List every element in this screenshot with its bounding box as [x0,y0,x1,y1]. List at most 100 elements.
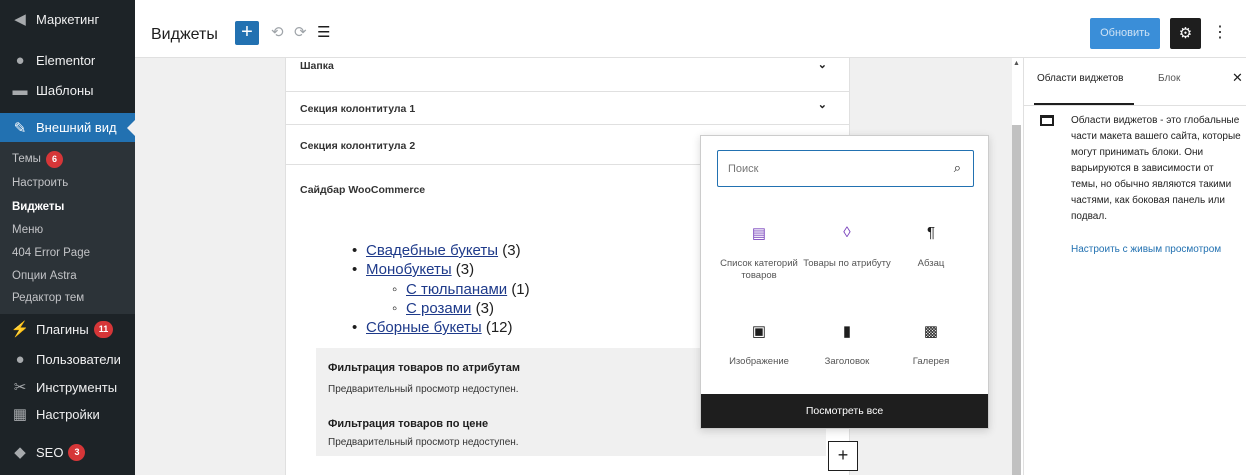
list-view-icon[interactable]: ☰ [317,23,330,41]
undo-icon[interactable]: ⟲ [271,23,284,41]
block-item-label: Абзац [917,258,945,269]
settings-gear-icon[interactable]: ⚙ [1170,18,1201,49]
chevron-down-icon[interactable]: ⌄ [818,58,827,71]
bookmark-icon: ▮ [842,323,852,340]
widget-area-title: Секция колонтитула 1 [300,103,416,115]
category-count: (12) [485,319,513,336]
folder-icon: ▬ [12,81,28,99]
paintbrush-icon: ✎ [13,119,27,137]
list-item: ◦ С тюльпанами (1) [392,281,530,299]
menu-item-tools[interactable]: ✂ Инструменты [0,376,135,398]
more-options-icon[interactable]: ⋮ [1212,22,1228,42]
menu-item-label: Инструменты [36,379,118,395]
block-item-category-list[interactable]: ▤ Список категорий товаров [715,224,803,282]
category-link[interactable]: Свадебные букеты [366,242,498,259]
filter-widget-title: Фильтрация товаров по атрибутам [328,362,521,374]
scroll-up-arrow-icon[interactable]: ▲ [1013,60,1020,67]
menu-item-label: Elementor [36,52,96,68]
customize-live-preview-link[interactable]: Настроить с живым просмотром [1071,244,1221,255]
settings-sidebar: Области виджетов Блок ✕ Области виджетов… [1023,58,1246,475]
block-search[interactable]: ⌕ [717,150,974,187]
menu-item-label: Внешний вид [36,120,117,135]
filter-widget-title: Фильтрация товаров по цене [328,418,489,430]
list-item: • Свадебные букеты (3) [352,242,521,260]
menu-item-label: SEO [36,444,64,460]
category-count: (3) [455,261,475,278]
bullet: ◦ [392,300,398,317]
menu-item-plugins[interactable]: ⚡ Плагины 11 [0,318,135,340]
list-item: • Сборные букеты (12) [352,319,513,337]
menu-item-settings[interactable]: ▦ Настройки [0,403,135,425]
submenu-item-widgets[interactable]: Виджеты [12,201,64,213]
update-button[interactable]: Обновить [1090,18,1160,49]
menu-item-elementor[interactable]: ● Elementor [0,49,135,71]
redo-icon[interactable]: ⟳ [294,23,307,41]
category-link[interactable]: Сборные букеты [366,319,482,336]
search-icon[interactable]: ⌕ [954,160,961,176]
menu-item-label: Настройки [36,406,100,422]
scrollbar-thumb[interactable] [1012,125,1021,475]
chevron-down-icon[interactable]: ⌄ [818,98,827,111]
block-item-paragraph[interactable]: ¶ Абзац [887,224,975,270]
block-item-gallery[interactable]: ▩ Галерея [887,322,975,368]
tab-block[interactable]: Блок [1158,73,1180,84]
themes-count-badge: 6 [45,151,63,168]
block-item-label: Изображение [729,356,789,367]
widget-area-woocommerce-title: Сайдбар WooCommerce [300,184,426,196]
close-icon[interactable]: ✕ [1232,70,1243,86]
submenu-item-themes[interactable]: Темы 6 [12,151,63,168]
filter-widget-description: Предварительный просмотр недоступен. [328,384,519,395]
users-icon: ● [15,350,25,368]
add-block-button[interactable]: + [235,21,259,45]
submenu-item-astra-options[interactable]: Опции Astra [12,270,77,282]
menu-item-label: Плагины [36,321,89,337]
category-link[interactable]: С розами [406,300,471,317]
gallery-icon: ▩ [923,323,939,340]
menu-item-users[interactable]: ● Пользователи [0,348,135,370]
editor-header: Виджеты + ⟲ ⟳ ☰ Обновить ⚙ ⋮ [135,0,1246,58]
submenu-item-404-page[interactable]: 404 Error Page [12,247,90,259]
megaphone-icon: ◀ [14,11,26,28]
inline-add-block-button[interactable]: + [828,441,858,471]
menu-item-label: Пользователи [36,351,121,367]
widget-area-title: Секция колонтитула 2 [300,140,416,152]
widget-area-header[interactable]: Шапка ⌄ [286,58,849,92]
bullet: • [352,242,358,259]
category-link[interactable]: С тюльпанами [406,281,507,298]
widget-area-footer-1[interactable]: Секция колонтитула 1 ⌄ [286,92,849,125]
menu-item-marketing[interactable]: ◀ Маркетинг [0,8,135,30]
widget-areas-description: Области виджетов - это глобальные части … [1071,115,1241,222]
block-item-products-by-attribute[interactable]: ◊ Товары по атрибуту [803,224,891,270]
appearance-submenu: Темы 6 Настроить Виджеты Меню 404 Error P… [0,142,135,314]
widget-area-icon [1040,115,1054,126]
category-link[interactable]: Монобукеты [366,261,452,278]
submenu-item-theme-editor[interactable]: Редактор тем [12,292,84,304]
submenu-item-customize[interactable]: Настроить [12,177,68,189]
category-count: (1) [511,281,530,298]
image-icon: ▣ [751,323,767,340]
menu-item-seo[interactable]: ◆ SEO 3 [0,441,135,463]
list-item: • Монобукеты (3) [352,261,474,279]
tab-widget-areas[interactable]: Области виджетов [1037,73,1123,84]
paragraph-icon: ¶ [926,224,936,241]
submenu-item-menus[interactable]: Меню [12,224,43,236]
menu-item-label: Шаблоны [36,82,94,98]
view-all-button[interactable]: Посмотреть все [701,394,988,428]
menu-item-appearance[interactable]: ✎ Внешний вид [0,113,135,142]
block-search-input[interactable] [728,159,928,179]
plugins-count-badge: 11 [93,320,114,338]
widget-area-title: Шапка [300,60,334,72]
seo-icon: ◆ [14,444,26,461]
submenu-label: Темы [12,153,41,165]
seo-count-badge: 3 [68,443,86,461]
bullet: • [352,319,358,336]
active-indicator [127,119,135,136]
menu-item-templates[interactable]: ▬ Шаблоны [0,79,135,101]
bullet: ◦ [392,281,398,298]
divider [1024,105,1246,106]
block-item-heading[interactable]: ▮ Заголовок [803,322,891,368]
admin-sidebar: ◀ Маркетинг ● Elementor ▬ Шаблоны ✎ Внеш… [0,0,135,475]
category-count: (3) [502,242,521,259]
block-item-image[interactable]: ▣ Изображение [715,322,803,368]
elementor-icon: ● [15,51,25,69]
